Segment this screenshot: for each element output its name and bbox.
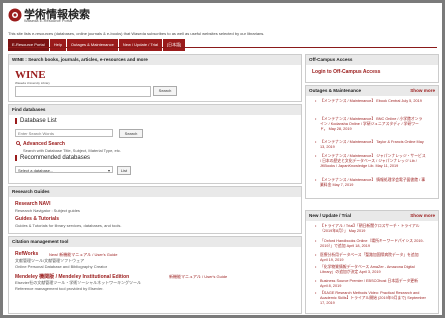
tab-e-resource-portal[interactable]: E-Resource Portal <box>8 39 49 51</box>
wine-logo-subtitle: Waseda University Library <box>15 81 50 85</box>
off-campus-login-link[interactable]: Login to Off-Campus Access <box>312 69 380 75</box>
waseda-logo-icon[interactable] <box>8 8 22 22</box>
outage-item[interactable]: • 【メンテナンス / Maintenance】 Ebook Central Ju… <box>315 99 426 104</box>
intro-text: This site lists e-resources (databases, … <box>8 31 265 36</box>
database-list-heading: Database List <box>15 118 57 124</box>
off-campus-box: Off-Campus Access Login to Off-Campus Ac… <box>305 54 439 83</box>
advanced-search-link[interactable]: Advanced Search <box>23 141 65 147</box>
recommended-database-select-value: Select a database... <box>18 168 54 173</box>
research-navi-description: Research Navigator : Subject guides <box>15 208 80 213</box>
new-update-trial-box: New / Update / Trial Show more • 【トライアル /… <box>305 210 439 314</box>
refworks-link[interactable]: RefWorks <box>15 251 38 257</box>
outage-item[interactable]: • 【メンテナンス / Maintenance】 Taylor & Francis… <box>315 140 426 150</box>
site-subtitle: Waseda E-Resource Portal <box>24 18 73 23</box>
mendeley-link[interactable]: Mendeley 機関版 / Mendeley Institutional Ed… <box>15 273 129 280</box>
wine-logo: WINE <box>15 69 46 81</box>
wine-search-input[interactable] <box>15 86 151 97</box>
tab-outages-maintenance[interactable]: Outages & Maintenance <box>66 39 118 51</box>
chevron-down-icon: ▾ <box>107 168 110 173</box>
outages-title: Outages & Maintenance <box>309 88 362 93</box>
new-update-trial-header: New / Update / Trial Show more <box>306 211 438 221</box>
tab-new-update-trial[interactable]: New / Update / Trial <box>118 39 162 51</box>
list-button[interactable]: List <box>117 166 131 175</box>
off-campus-header: Off-Campus Access <box>306 55 438 65</box>
research-guides-header: Research Guides <box>9 187 301 197</box>
citation-tool-box: Citation management tool RefWorks New! 新… <box>8 236 302 314</box>
main-nav: E-Resource Portal Help Outages & Mainten… <box>8 39 186 51</box>
database-search-input[interactable] <box>15 129 113 137</box>
wine-box-header: WINE : Search books, journals, articles,… <box>9 55 301 65</box>
wine-box: WINE : Search books, journals, articles,… <box>8 54 302 102</box>
site-header: 学術情報検索 Waseda E-Resource Portal <box>3 3 442 27</box>
find-databases-box: Find databases Database List Search Adva… <box>8 104 302 184</box>
page: 学術情報検索 Waseda E-Resource Portal This sit… <box>3 3 442 315</box>
research-navi-link[interactable]: Research NAVI <box>15 201 50 207</box>
news-item[interactable]: • 【トライアル / Trial】「朝日新聞クロスサーチ・トライアル（2019年8… <box>315 224 426 234</box>
search-icon <box>16 141 21 146</box>
advanced-search-description: Search with Database Title, Subject, Mat… <box>23 148 121 153</box>
news-item[interactable]: • 医療分析用データベース「聖路加国際病院データ」を追加 April 19, 20… <box>315 253 426 263</box>
tab-help[interactable]: Help <box>49 39 66 51</box>
refworks-description-en: Online Personal Database and Bibliograph… <box>15 264 108 269</box>
find-databases-header: Find databases <box>9 105 301 115</box>
guides-tutorials-link[interactable]: Guides & Tutorials <box>15 216 59 222</box>
recommended-databases-heading: Recommended databases <box>15 155 90 161</box>
news-item[interactable]: • Business Source Premier / EBSCOhost 日本語… <box>315 279 426 289</box>
outages-show-more[interactable]: Show more <box>410 88 435 93</box>
refworks-guide-link[interactable]: New! 新機能マニュアル / User's Guide <box>49 252 117 258</box>
outages-header: Outages & Maintenance Show more <box>306 86 438 96</box>
news-item[interactable]: • 「化学物質情報データベース AmaZer - Amazona Digital … <box>315 265 426 275</box>
recommended-database-select[interactable]: Select a database... ▾ <box>15 166 113 173</box>
mendeley-description-en: Reference management tool provided by El… <box>15 286 104 291</box>
wine-search-button[interactable]: Search <box>153 86 177 96</box>
outage-item[interactable]: • 【メンテナンス / Maintenance】 ジャパンナレッジ・サービス / … <box>315 154 426 170</box>
nav-divider <box>8 47 437 48</box>
database-search-button[interactable]: Search <box>119 129 143 138</box>
research-guides-box: Research Guides Research NAVI Research N… <box>8 186 302 234</box>
news-item[interactable]: • 「Oxford Handbooks Online（場所キーワードパイシス 20… <box>315 239 426 249</box>
outage-item[interactable]: • 【メンテナンス / Maintenance】 情報処理学会電子図書館 / 事業… <box>315 178 426 188</box>
guides-tutorials-description: Guides & Tutorials for library services,… <box>15 223 122 228</box>
news-item[interactable]: • 【SAGE Research Methods Video: Practical… <box>315 291 426 307</box>
new-update-trial-title: New / Update / Trial <box>309 213 352 218</box>
tab-japanese[interactable]: [日本語] <box>162 39 186 51</box>
mendeley-guide-link[interactable]: 新機能マニュアル / User's Guide <box>169 274 227 280</box>
citation-tool-header: Citation management tool <box>9 237 301 247</box>
new-update-trial-show-more[interactable]: Show more <box>410 213 435 218</box>
outage-item[interactable]: • 【メンテナンス / Maintenance】 BNC Online / 小学館… <box>315 117 426 133</box>
outages-box: Outages & Maintenance Show more • 【メンテナンス… <box>305 85 439 199</box>
